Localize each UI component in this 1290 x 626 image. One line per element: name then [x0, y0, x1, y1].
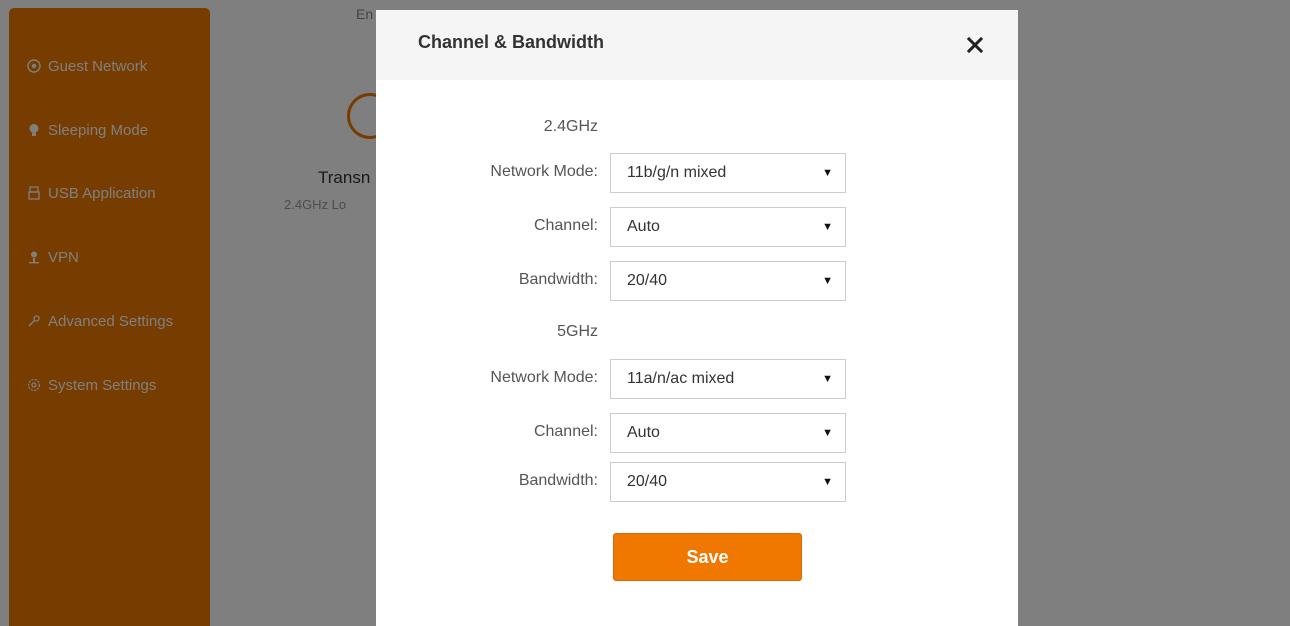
dialog-header: Channel & Bandwidth — [376, 10, 1018, 80]
network-mode-5ghz-select[interactable]: 11a/n/ac mixed ▼ — [610, 359, 846, 399]
select-value: 11b/g/n mixed — [627, 164, 727, 181]
select-value: Auto — [627, 218, 660, 235]
dropdown-arrow-icon: ▼ — [822, 427, 833, 439]
select-value: 20/40 — [627, 272, 668, 289]
channel-2-4ghz-select[interactable]: Auto ▼ — [610, 207, 846, 247]
dropdown-arrow-icon: ▼ — [822, 476, 833, 488]
dialog-title: Channel & Bandwidth — [418, 32, 604, 52]
band-2-4ghz-label: 2.4GHz — [543, 118, 598, 135]
bandwidth-label: Bandwidth: — [518, 271, 598, 288]
select-value: 11a/n/ac mixed — [627, 370, 735, 387]
channel-5ghz-select[interactable]: Auto ▼ — [610, 413, 846, 453]
dropdown-arrow-icon: ▼ — [822, 221, 833, 233]
close-button[interactable] — [962, 32, 988, 58]
channel-label: Channel: — [533, 423, 598, 440]
dropdown-arrow-icon: ▼ — [822, 275, 833, 287]
select-value: 20/40 — [627, 473, 668, 490]
bandwidth-5ghz-select[interactable]: 20/40 ▼ — [610, 462, 846, 502]
dropdown-arrow-icon: ▼ — [822, 373, 833, 385]
channel-bandwidth-dialog: Channel & Bandwidth 2.4GHz Network Mode:… — [376, 10, 1018, 626]
save-button[interactable]: Save — [613, 533, 802, 581]
close-icon — [967, 37, 983, 53]
network-mode-label: Network Mode: — [490, 369, 598, 386]
dropdown-arrow-icon: ▼ — [822, 167, 833, 179]
band-5ghz-label: 5GHz — [557, 323, 598, 340]
bandwidth-label: Bandwidth: — [518, 472, 598, 489]
network-mode-2-4ghz-select[interactable]: 11b/g/n mixed ▼ — [610, 153, 846, 193]
bandwidth-2-4ghz-select[interactable]: 20/40 ▼ — [610, 261, 846, 301]
network-mode-label: Network Mode: — [490, 163, 598, 180]
select-value: Auto — [627, 424, 660, 441]
channel-label: Channel: — [533, 217, 598, 234]
